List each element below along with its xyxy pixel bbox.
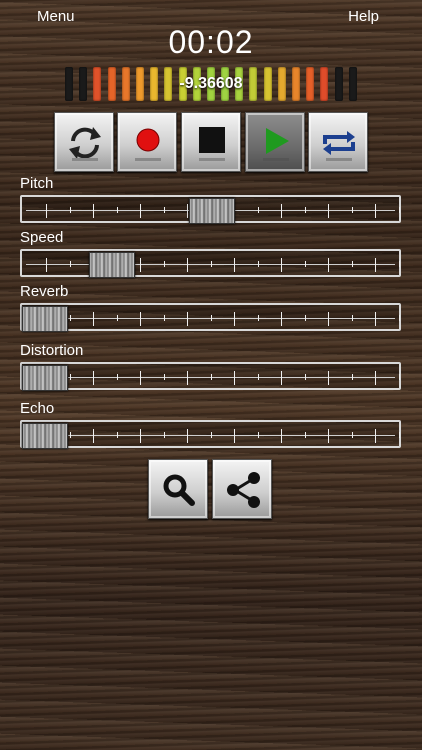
slider-track[interactable] bbox=[20, 195, 401, 224]
slider-thumb[interactable] bbox=[88, 252, 135, 278]
refresh-icon bbox=[69, 127, 101, 159]
loop-button[interactable] bbox=[308, 112, 368, 172]
slider-thumb[interactable] bbox=[22, 365, 68, 391]
stop-icon bbox=[199, 127, 225, 153]
reset-button[interactable] bbox=[54, 112, 114, 172]
slider-thumb[interactable] bbox=[22, 423, 68, 449]
level-readout: -9.36608 bbox=[179, 75, 243, 92]
play-icon bbox=[266, 128, 289, 154]
play-button[interactable] bbox=[245, 112, 305, 172]
slider-label: Speed bbox=[20, 229, 64, 246]
stop-button[interactable] bbox=[181, 112, 241, 172]
menu-button[interactable]: Menu bbox=[37, 8, 75, 25]
slider-track[interactable] bbox=[20, 249, 401, 278]
top-bar: Menu Help bbox=[0, 6, 422, 26]
share-icon bbox=[227, 472, 260, 508]
slider-label: Echo bbox=[20, 400, 55, 417]
transport-controls bbox=[54, 112, 368, 172]
slider-track[interactable] bbox=[20, 303, 401, 332]
slider-pitch: Pitch bbox=[20, 175, 401, 224]
slider-label: Distortion bbox=[20, 342, 84, 359]
slider-label: Pitch bbox=[20, 175, 54, 192]
slider-reverb: Reverb bbox=[20, 283, 401, 332]
slider-distortion: Distortion bbox=[20, 342, 401, 391]
search-button[interactable] bbox=[148, 459, 208, 519]
slider-speed: Speed bbox=[20, 229, 401, 278]
loop-icon bbox=[323, 131, 355, 155]
slider-label: Reverb bbox=[20, 283, 69, 300]
help-button[interactable]: Help bbox=[348, 8, 379, 25]
timer-display: 00:02 bbox=[168, 24, 254, 60]
record-button[interactable] bbox=[117, 112, 177, 172]
slider-echo: Echo bbox=[20, 400, 401, 449]
action-buttons bbox=[148, 459, 273, 519]
level-meter: -9.36608 bbox=[62, 65, 360, 103]
share-button[interactable] bbox=[212, 459, 272, 519]
record-icon bbox=[136, 128, 160, 152]
search-icon bbox=[163, 474, 195, 506]
slider-thumb[interactable] bbox=[22, 306, 68, 332]
slider-track[interactable] bbox=[20, 362, 401, 391]
slider-thumb[interactable] bbox=[188, 198, 235, 224]
slider-track[interactable] bbox=[20, 420, 401, 449]
